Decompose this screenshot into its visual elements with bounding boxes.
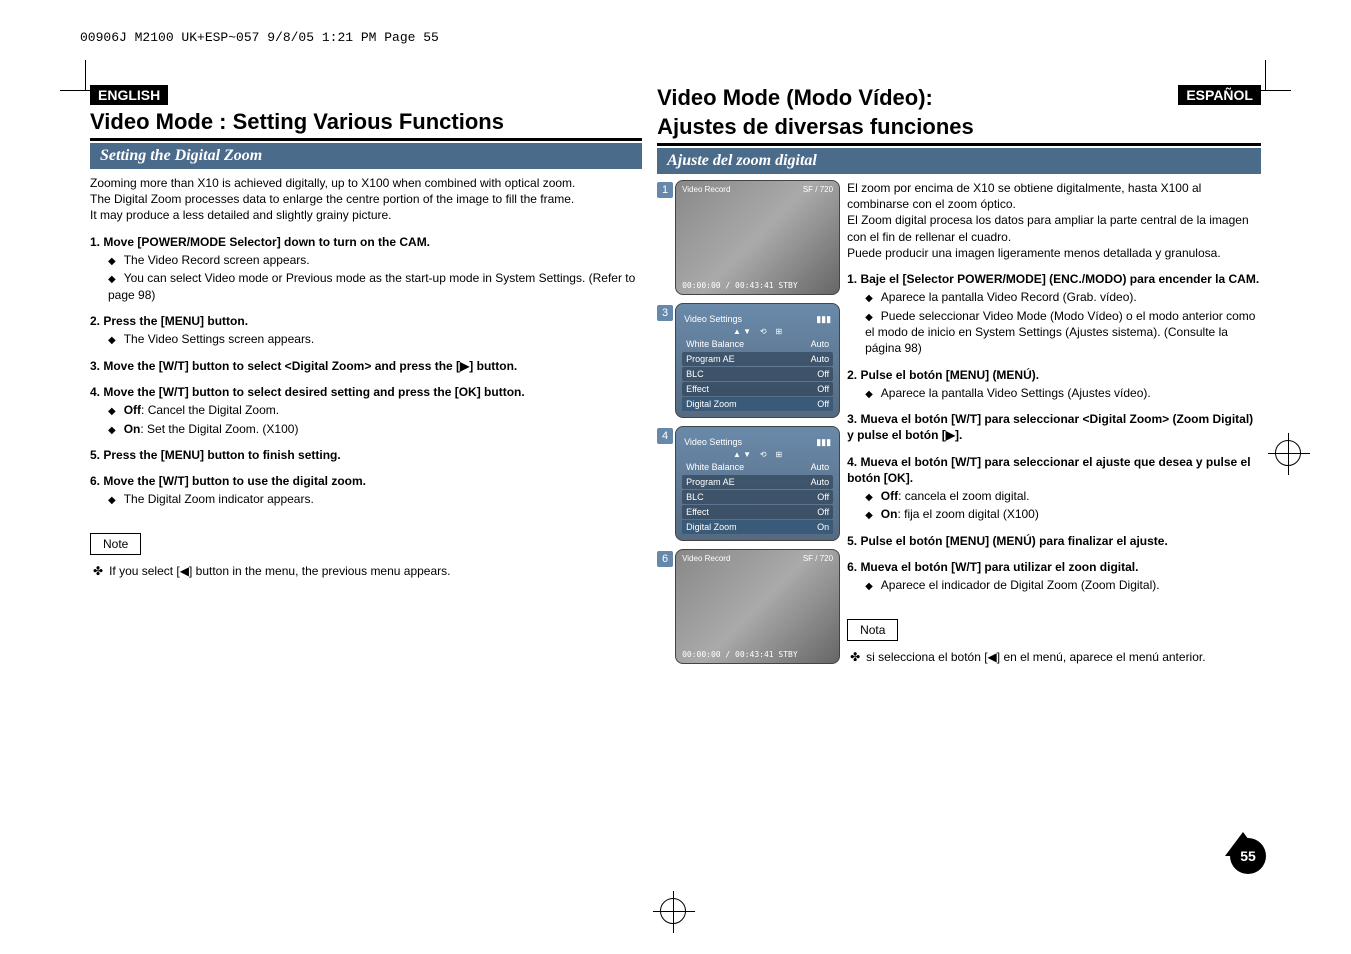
- step-bullet: Puede seleccionar Video Mode (Modo Vídeo…: [865, 308, 1261, 357]
- note-text-spanish: si selecciona el botón [◀] en el menú, a…: [847, 649, 1261, 665]
- crop-mark: [60, 90, 90, 91]
- title-underline: [657, 143, 1261, 146]
- language-badge-english: ENGLISH: [90, 85, 168, 105]
- language-badge-spanish: ESPAÑOL: [1178, 85, 1261, 105]
- step-2: 2. Pulse el botón [MENU] (MENÚ). Aparece…: [847, 367, 1261, 402]
- screenshot-4-video-settings: Video Settings▮▮▮ ▲ ▼ ⟲ ⊞ White BalanceA…: [675, 426, 840, 541]
- intro-p1: Zooming more than X10 is achieved digita…: [90, 175, 642, 191]
- intro-p2: El Zoom digital procesa los datos para a…: [847, 212, 1261, 244]
- screenshot-1-video-record: Video Record SF / 720 00:00:00 / 00:43:4…: [675, 180, 840, 295]
- step-bullet: The Digital Zoom indicator appears.: [108, 491, 642, 508]
- crop-mark: [85, 60, 86, 90]
- step-bullet: You can select Video mode or Previous mo…: [108, 270, 642, 303]
- step-bullet: Aparece la pantalla Video Settings (Ajus…: [865, 385, 1261, 402]
- screen-title: Video Record: [682, 554, 730, 563]
- intro-p2: The Digital Zoom processes data to enlar…: [90, 191, 642, 207]
- intro-p3: It may produce a less detailed and sligh…: [90, 207, 642, 223]
- registration-mark: [660, 898, 686, 924]
- battery-icon: ▮▮▮: [816, 314, 831, 325]
- intro-text: Zooming more than X10 is achieved digita…: [90, 175, 642, 224]
- step-bullet: On: Set the Digital Zoom. (X100): [108, 421, 642, 438]
- screenshots-column: 1 Video Record SF / 720 00:00:00 / 00:43…: [657, 180, 842, 672]
- screenshot-number-6: 6: [657, 551, 673, 567]
- steps-list-english: 1. Move [POWER/MODE Selector] down to tu…: [90, 234, 642, 508]
- note-label-spanish: Nota: [847, 619, 898, 641]
- menu-header: Video Settings▮▮▮: [682, 312, 833, 327]
- screen-title: Video Record: [682, 185, 730, 194]
- step-bullet: Off: Cancel the Digital Zoom.: [108, 402, 642, 419]
- step-bullet: On: fija el zoom digital (X100): [865, 506, 1261, 523]
- step-4: 4. Mueva el botón [W/T] para seleccionar…: [847, 454, 1261, 523]
- screen-quality: SF / 720: [803, 185, 833, 194]
- screenshot-number-1: 1: [657, 182, 673, 198]
- crop-mark: [1265, 60, 1266, 90]
- step-6: 6. Move the [W/T] button to use the digi…: [90, 473, 642, 508]
- page-number-badge: 55: [1230, 838, 1266, 874]
- screen-quality: SF / 720: [803, 554, 833, 563]
- file-header-info: 00906J M2100 UK+ESP~057 9/8/05 1:21 PM P…: [80, 30, 1281, 45]
- english-column: ENGLISH Video Mode : Setting Various Fun…: [90, 85, 652, 672]
- registration-mark: [1275, 440, 1301, 466]
- step-5: 5. Pulse el botón [MENU] (MENÚ) para fin…: [847, 533, 1261, 549]
- step-3: 3. Move the [W/T] button to select <Digi…: [90, 358, 642, 374]
- screenshot-number-4: 4: [657, 428, 673, 444]
- section-title-english: Setting the Digital Zoom: [90, 143, 642, 169]
- step-bullet: The Video Settings screen appears.: [108, 331, 642, 348]
- screenshot-number-3: 3: [657, 305, 673, 321]
- step-6: 6. Mueva el botón [W/T] para utilizar el…: [847, 559, 1261, 594]
- main-title-spanish-l2: Ajustes de diversas funciones: [657, 114, 1178, 140]
- note-label-english: Note: [90, 533, 141, 555]
- step-1: 1. Move [POWER/MODE Selector] down to tu…: [90, 234, 642, 303]
- title-underline: [90, 138, 642, 141]
- screen-timecode: 00:00:00 / 00:43:41 STBY: [682, 281, 798, 290]
- battery-icon: ▮▮▮: [816, 437, 831, 448]
- section-title-spanish: Ajuste del zoom digital: [657, 148, 1261, 174]
- main-title-english: Video Mode : Setting Various Functions: [90, 109, 642, 135]
- main-title-spanish-l1: Video Mode (Modo Vídeo):: [657, 85, 1178, 111]
- step-bullet: Aparece la pantalla Video Record (Grab. …: [865, 289, 1261, 306]
- menu-row-highlighted: Digital ZoomOn: [682, 520, 833, 534]
- crop-mark: [1261, 90, 1291, 91]
- step-bullet: The Video Record screen appears.: [108, 252, 642, 269]
- intro-text-spanish: El zoom por encima de X10 se obtiene dig…: [847, 180, 1261, 261]
- step-5: 5. Press the [MENU] button to finish set…: [90, 447, 642, 463]
- steps-list-spanish: 1. Baje el [Selector POWER/MODE] (ENC./M…: [847, 271, 1261, 594]
- intro-p3: Puede producir una imagen ligeramente me…: [847, 245, 1261, 261]
- spanish-column: Video Mode (Modo Vídeo): Ajustes de dive…: [652, 85, 1261, 672]
- screenshot-6-video-record: Video Record SF / 720 00:00:00 / 00:43:4…: [675, 549, 840, 664]
- step-4: 4. Move the [W/T] button to select desir…: [90, 384, 642, 437]
- screenshot-3-video-settings: Video Settings▮▮▮ ▲ ▼ ⟲ ⊞ White BalanceA…: [675, 303, 840, 418]
- step-bullet: Off: cancela el zoom digital.: [865, 488, 1261, 505]
- menu-header: Video Settings▮▮▮: [682, 435, 833, 450]
- note-text-english: If you select [◀] button in the menu, th…: [90, 563, 642, 579]
- step-bullet: Aparece el indicador de Digital Zoom (Zo…: [865, 577, 1261, 594]
- menu-row-highlighted: Digital ZoomOff: [682, 397, 833, 411]
- intro-p1: El zoom por encima de X10 se obtiene dig…: [847, 180, 1261, 212]
- step-2: 2. Press the [MENU] button. The Video Se…: [90, 313, 642, 348]
- screen-timecode: 00:00:00 / 00:43:41 STBY: [682, 650, 798, 659]
- step-3: 3. Mueva el botón [W/T] para seleccionar…: [847, 411, 1261, 443]
- step-1: 1. Baje el [Selector POWER/MODE] (ENC./M…: [847, 271, 1261, 357]
